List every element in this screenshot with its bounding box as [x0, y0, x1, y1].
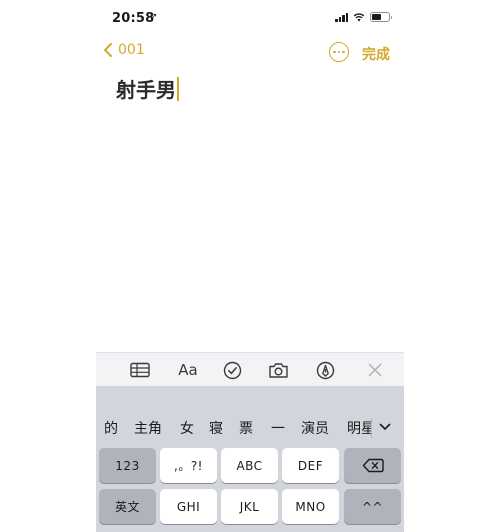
candidate-word[interactable]: 的 — [104, 418, 118, 438]
markup-pen-icon[interactable] — [315, 360, 335, 380]
chevron-down-icon[interactable] — [378, 420, 392, 434]
keyboard: 的 主角 女 寝 票 一 演员 明星 123 ,。?! ABC DEF 英文 G… — [96, 386, 404, 532]
table-icon[interactable] — [129, 360, 151, 380]
delete-backspace-icon — [362, 458, 384, 473]
candidate-word[interactable]: 明星 — [347, 418, 371, 438]
nav-bar: 001 完成 — [96, 38, 404, 68]
abc-key[interactable]: ABC — [221, 448, 278, 483]
text-format-button[interactable]: Aa — [176, 360, 200, 380]
status-time: 20:58 — [112, 11, 155, 26]
chevron-left-icon — [104, 43, 112, 57]
emoticon-key[interactable]: ^^ — [344, 489, 401, 524]
english-key[interactable]: 英文 — [99, 489, 156, 524]
close-icon[interactable] — [367, 360, 383, 380]
text-format-icon: Aa — [178, 361, 198, 379]
notes-screen: 20:58 ➚ 001 完成 射手男 Aa 的 主角 女 寝 票 一 演员 明星… — [96, 0, 404, 532]
punctuation-key[interactable]: ,。?! — [160, 448, 217, 483]
def-key[interactable]: DEF — [282, 448, 339, 483]
candidate-bar: 的 主角 女 寝 票 一 演员 明星 — [96, 408, 404, 446]
done-button[interactable]: 完成 — [362, 44, 390, 64]
candidate-word[interactable]: 寝 — [209, 418, 223, 438]
candidate-word[interactable]: 演员 — [301, 418, 329, 438]
signal-icon — [335, 12, 348, 22]
back-label: 001 — [118, 42, 145, 58]
candidate-word[interactable]: 女 — [180, 418, 194, 438]
ghi-key[interactable]: GHI — [160, 489, 217, 524]
status-bar: 20:58 ➚ — [96, 0, 404, 36]
location-arrow-icon: ➚ — [150, 12, 158, 22]
candidate-word[interactable]: 一 — [271, 418, 285, 438]
note-title-text: 射手男 — [116, 78, 176, 102]
candidate-word[interactable]: 主角 — [134, 418, 162, 438]
jkl-key[interactable]: JKL — [221, 489, 278, 524]
text-cursor — [177, 76, 179, 101]
battery-icon — [370, 12, 392, 22]
wifi-icon — [353, 13, 365, 22]
camera-icon[interactable] — [267, 360, 289, 380]
checklist-icon[interactable] — [222, 360, 242, 380]
back-button[interactable]: 001 — [102, 42, 145, 58]
delete-key[interactable] — [344, 448, 401, 483]
format-toolbar: Aa — [96, 352, 404, 386]
ellipsis-circle-icon[interactable] — [329, 42, 349, 62]
note-body[interactable]: 射手男 — [116, 74, 179, 103]
candidate-word[interactable]: 票 — [239, 418, 253, 438]
numbers-key[interactable]: 123 — [99, 448, 156, 483]
mno-key[interactable]: MNO — [282, 489, 339, 524]
candidate-divider — [371, 418, 372, 438]
status-icons — [335, 12, 392, 22]
